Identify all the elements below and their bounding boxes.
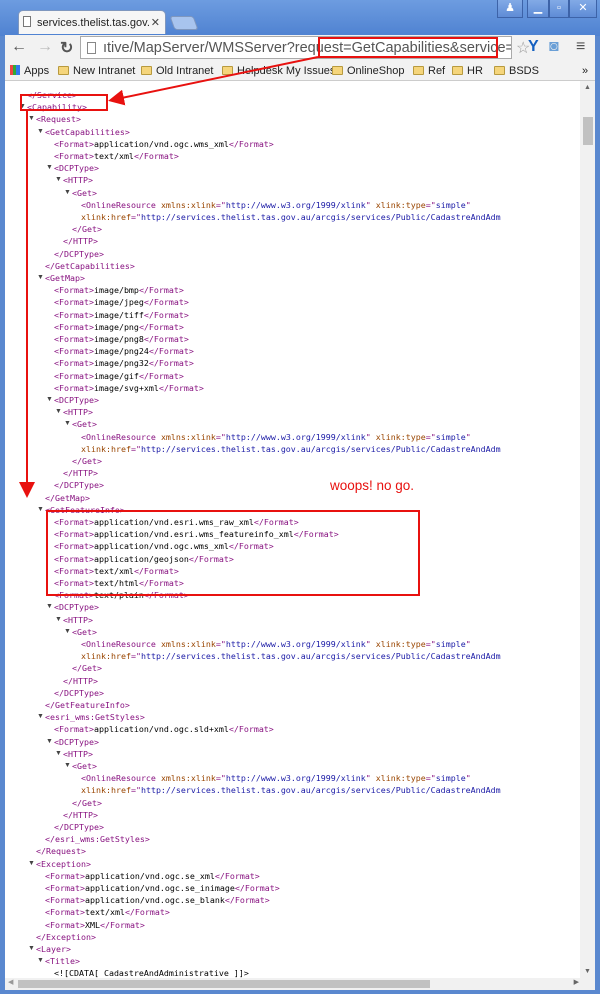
annotation-arrows	[19, 56, 319, 498]
arrow-url-to-capability	[108, 56, 319, 106]
annotation-note: woops! no go.	[330, 478, 415, 493]
